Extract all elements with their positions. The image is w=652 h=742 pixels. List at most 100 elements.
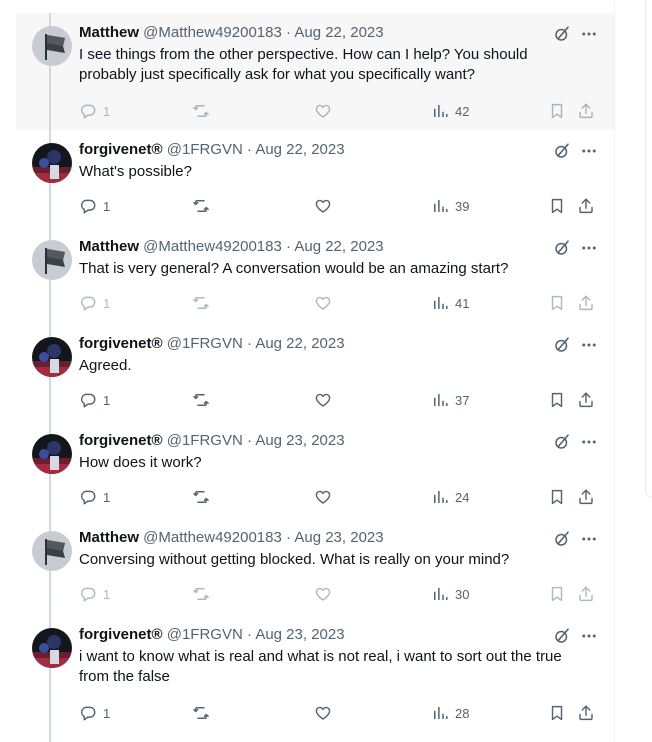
retweet-button[interactable]: [192, 584, 210, 604]
tweet-date[interactable]: Aug 22, 2023: [294, 24, 383, 41]
more-button[interactable]: [580, 25, 598, 43]
tweet-date[interactable]: Aug 22, 2023: [255, 335, 344, 352]
views-icon: [434, 105, 448, 117]
author-name[interactable]: Matthew: [79, 238, 139, 255]
retweet-button[interactable]: [192, 487, 210, 507]
more-button[interactable]: [580, 530, 598, 548]
author-handle[interactable]: @1FRGVN: [167, 335, 243, 352]
reply-button[interactable]: 1: [79, 196, 110, 216]
reply-icon: [80, 104, 96, 119]
tweet[interactable]: forgivenet® @1FRGVN · Aug 23, 2023 How do…: [16, 421, 614, 518]
reply-button[interactable]: 1: [79, 584, 110, 604]
tweet[interactable]: forgivenet® @1FRGVN · Aug 22, 2023 What's…: [16, 130, 614, 227]
more-button[interactable]: [580, 142, 598, 160]
retweet-button[interactable]: [192, 703, 210, 723]
avatar[interactable]: [32, 26, 72, 66]
grok-button[interactable]: [553, 433, 571, 451]
author-handle[interactable]: @1FRGVN: [167, 141, 243, 158]
retweet-button[interactable]: [192, 196, 210, 216]
avatar[interactable]: [32, 628, 72, 668]
share-button[interactable]: [577, 703, 595, 723]
author-handle[interactable]: @1FRGVN: [167, 432, 243, 449]
reply-button[interactable]: 1: [79, 487, 110, 507]
avatar[interactable]: [32, 531, 72, 571]
separator-dot: ·: [286, 529, 291, 546]
author-handle[interactable]: @1FRGVN: [167, 626, 243, 643]
author-name[interactable]: forgivenet®: [79, 141, 163, 158]
author-name[interactable]: Matthew: [79, 24, 139, 41]
author-name[interactable]: forgivenet®: [79, 432, 163, 449]
tweet[interactable]: Matthew @Matthew49200183 · Aug 23, 2023 C…: [16, 518, 614, 615]
like-button[interactable]: [314, 584, 332, 604]
share-button[interactable]: [577, 196, 595, 216]
reply-button[interactable]: 1: [79, 390, 110, 410]
author-name[interactable]: Matthew: [79, 529, 139, 546]
more-button[interactable]: [580, 627, 598, 645]
more-button[interactable]: [580, 433, 598, 451]
views-button[interactable]: 28: [431, 703, 469, 723]
author-handle[interactable]: @Matthew49200183: [143, 529, 282, 546]
more-button[interactable]: [580, 239, 598, 257]
views-button[interactable]: 39: [431, 196, 469, 216]
share-button[interactable]: [577, 584, 595, 604]
more-button[interactable]: [580, 336, 598, 354]
tweet-date[interactable]: Aug 23, 2023: [294, 529, 383, 546]
tweet-date[interactable]: Aug 23, 2023: [255, 626, 344, 643]
retweet-button[interactable]: [192, 101, 210, 121]
reply-button[interactable]: 1: [79, 703, 110, 723]
views-button[interactable]: 24: [431, 487, 469, 507]
tweet[interactable]: Matthew @Matthew49200183 · Aug 22, 2023 I…: [16, 13, 614, 130]
like-button[interactable]: [314, 487, 332, 507]
retweet-button[interactable]: [192, 390, 210, 410]
grok-button[interactable]: [553, 239, 571, 257]
share-button[interactable]: [577, 390, 595, 410]
grok-icon: [555, 434, 569, 449]
grok-button[interactable]: [553, 336, 571, 354]
like-button[interactable]: [314, 703, 332, 723]
grok-icon: [555, 628, 569, 643]
bookmark-button[interactable]: [548, 293, 566, 313]
grok-button[interactable]: [553, 530, 571, 548]
share-button[interactable]: [577, 101, 595, 121]
tweet[interactable]: forgivenet® @1FRGVN · Aug 23, 2023 i want…: [16, 615, 614, 742]
grok-button[interactable]: [553, 142, 571, 160]
tweet-date[interactable]: Aug 23, 2023: [255, 432, 344, 449]
like-button[interactable]: [314, 196, 332, 216]
bookmark-button[interactable]: [548, 196, 566, 216]
retweet-button[interactable]: [192, 293, 210, 313]
author-name[interactable]: forgivenet®: [79, 335, 163, 352]
tweet-date[interactable]: Aug 22, 2023: [294, 238, 383, 255]
grok-icon: [555, 531, 569, 546]
views-button[interactable]: 30: [431, 584, 469, 604]
bookmark-button[interactable]: [548, 101, 566, 121]
bookmark-button[interactable]: [548, 584, 566, 604]
avatar[interactable]: [32, 337, 72, 377]
views-button[interactable]: 37: [431, 390, 469, 410]
bookmark-button[interactable]: [548, 703, 566, 723]
author-handle[interactable]: @Matthew49200183: [143, 238, 282, 255]
tweet-actions: 1 28: [79, 703, 609, 723]
author-name[interactable]: forgivenet®: [79, 626, 163, 643]
grok-button[interactable]: [553, 25, 571, 43]
reply-button[interactable]: 1: [79, 293, 110, 313]
bookmark-button[interactable]: [548, 390, 566, 410]
avatar[interactable]: [32, 434, 72, 474]
tweet-date[interactable]: Aug 22, 2023: [255, 141, 344, 158]
tweet[interactable]: forgivenet® @1FRGVN · Aug 22, 2023 Agreed…: [16, 324, 614, 421]
avatar[interactable]: [32, 240, 72, 280]
views-button[interactable]: 41: [431, 293, 469, 313]
like-button[interactable]: [314, 390, 332, 410]
author-handle[interactable]: @Matthew49200183: [143, 24, 282, 41]
reply-button[interactable]: 1: [79, 101, 110, 121]
share-button[interactable]: [577, 293, 595, 313]
share-button[interactable]: [577, 487, 595, 507]
tweet[interactable]: Matthew @Matthew49200183 · Aug 22, 2023 T…: [16, 227, 614, 324]
tweet-actions: 1 42: [79, 101, 609, 121]
views-icon: [434, 491, 448, 503]
avatar[interactable]: [32, 143, 72, 183]
views-button[interactable]: 42: [431, 101, 469, 121]
bookmark-button[interactable]: [548, 487, 566, 507]
like-button[interactable]: [314, 101, 332, 121]
grok-button[interactable]: [553, 627, 571, 645]
like-button[interactable]: [314, 293, 332, 313]
